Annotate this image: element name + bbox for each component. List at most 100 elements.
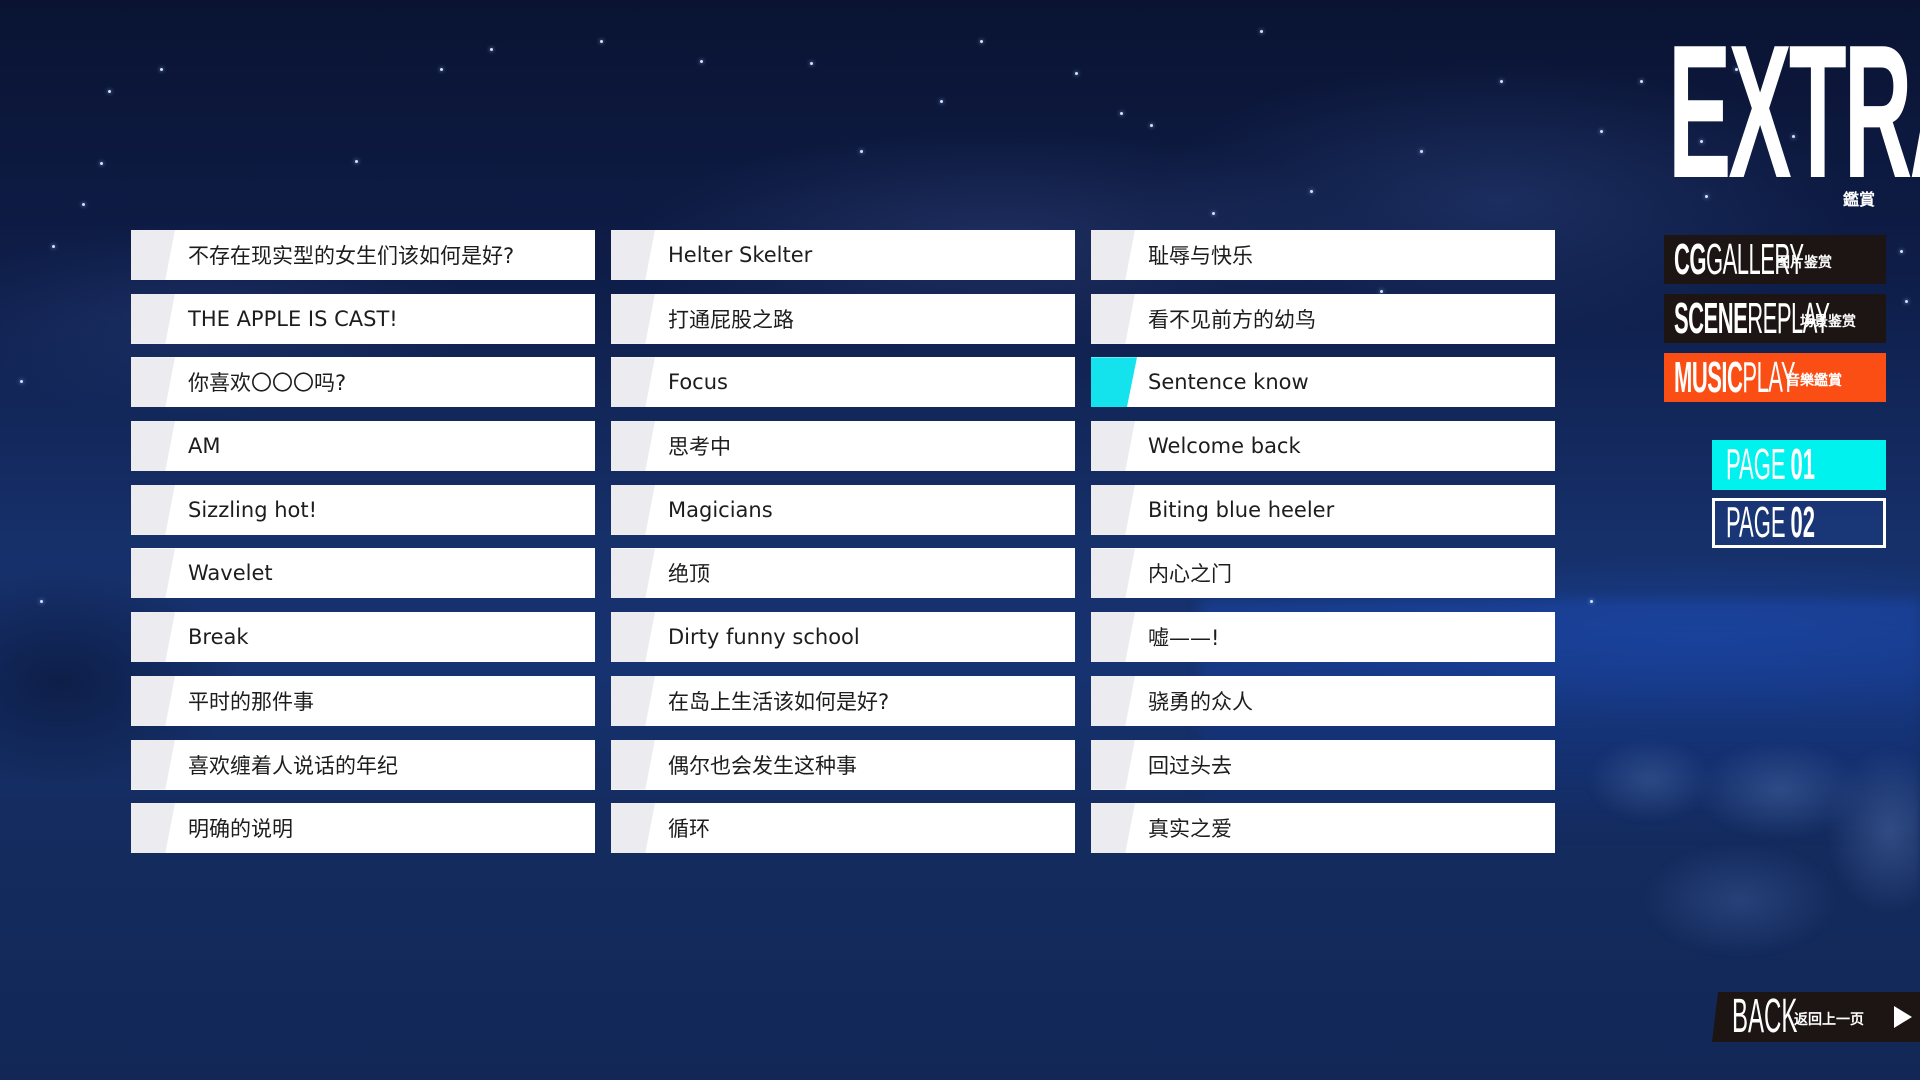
song-item-tab (1091, 803, 1135, 854)
song-title: 看不见前方的幼鸟 (1148, 307, 1316, 332)
song-item[interactable]: 你喜欢〇〇〇吗? (131, 357, 595, 408)
song-title: 绝顶 (668, 562, 710, 587)
star (440, 68, 443, 71)
star (600, 40, 603, 43)
song-item[interactable]: AM (131, 421, 595, 472)
song-title: 内心之门 (1148, 562, 1232, 587)
song-column-2: Helter Skelter 打通屁股之路 Focus 思考中 Magician… (611, 230, 1075, 867)
song-item-tab (1091, 421, 1135, 472)
song-item-tab (1091, 739, 1135, 790)
star (1590, 600, 1593, 603)
song-item-tab (131, 803, 175, 854)
star (1600, 130, 1603, 133)
scene-replay-button[interactable]: SCENEREPLAY 场景鉴赏 (1664, 294, 1886, 343)
star (1310, 190, 1313, 193)
star (1500, 80, 1503, 83)
star (1640, 80, 1643, 83)
star (20, 380, 23, 383)
song-item-tab (1091, 230, 1135, 280)
song-item[interactable]: 思考中 (611, 421, 1075, 472)
page-02-button[interactable]: PAGE 02 (1712, 498, 1886, 548)
song-item-tab (611, 612, 655, 663)
song-item[interactable]: 明确的说明 (131, 803, 595, 854)
song-item[interactable]: Biting blue heeler (1091, 484, 1555, 535)
page-prefix: PAGE (1726, 498, 1786, 547)
song-item-tab (131, 675, 175, 726)
song-item[interactable]: 在岛上生活该如何是好? (611, 675, 1075, 726)
page-01-button[interactable]: PAGE 01 (1712, 440, 1886, 490)
song-item[interactable]: Dirty funny school (611, 612, 1075, 663)
song-item-tab (131, 739, 175, 790)
song-item[interactable]: Welcome back (1091, 421, 1555, 472)
song-item-tab (611, 548, 655, 599)
song-item-tab (131, 421, 175, 472)
star (1150, 124, 1153, 127)
song-title: THE APPLE IS CAST! (188, 306, 398, 331)
song-item-tab (611, 293, 655, 344)
song-item[interactable]: Focus (611, 357, 1075, 408)
star (1420, 150, 1423, 153)
song-item[interactable]: 内心之门 (1091, 548, 1555, 599)
page-subtitle: 鑑賞 (1843, 190, 1876, 209)
song-item[interactable]: 真实之爱 (1091, 803, 1555, 854)
song-item[interactable]: Sizzling hot! (131, 484, 595, 535)
song-item-tab (611, 421, 655, 472)
song-item[interactable]: 喜欢缠着人说话的年纪 (131, 739, 595, 790)
cg-gallery-button[interactable]: CGGALLERY 图片鉴赏 (1664, 235, 1886, 284)
song-title: 思考中 (668, 435, 731, 460)
song-item-tab (131, 230, 175, 280)
song-item-selected[interactable]: Sentence know (1091, 357, 1555, 408)
song-item[interactable]: 回过头去 (1091, 739, 1555, 790)
song-item-tab (1091, 484, 1135, 535)
song-item[interactable]: 耻辱与快乐 (1091, 230, 1555, 280)
music-play-button[interactable]: MUSICPLAY 音樂鑑賞 (1664, 353, 1886, 402)
song-item[interactable]: 绝顶 (611, 548, 1075, 599)
song-item[interactable]: 偶尔也会发生这种事 (611, 739, 1075, 790)
back-button[interactable]: BACK 返回上一页 (1712, 992, 1920, 1042)
song-item-tab (131, 357, 175, 408)
song-title: 耻辱与快乐 (1148, 244, 1253, 268)
song-item[interactable]: Wavelet (131, 548, 595, 599)
song-item[interactable]: 打通屁股之路 (611, 293, 1075, 344)
page-prefix: PAGE (1726, 440, 1786, 489)
page-label: PAGE 02 (1726, 498, 1815, 548)
song-title: 你喜欢〇〇〇吗? (188, 371, 347, 396)
star (108, 90, 111, 93)
song-item-tab (131, 484, 175, 535)
song-item-tab (1091, 612, 1135, 663)
song-item-tab (1091, 357, 1137, 408)
page-number: 01 (1790, 440, 1815, 489)
star (1212, 212, 1215, 215)
star (1900, 250, 1903, 253)
star (160, 68, 163, 71)
song-item[interactable]: 看不见前方的幼鸟 (1091, 293, 1555, 344)
play-triangle-icon (1894, 1006, 1912, 1028)
background-rocks (1560, 700, 1920, 1000)
song-title: AM (188, 434, 221, 459)
star (490, 48, 493, 51)
star (940, 100, 943, 103)
menu-label: MUSICPLAY (1674, 353, 1796, 402)
song-item[interactable]: 循环 (611, 803, 1075, 854)
song-title: 不存在现实型的女生们该如何是好? (188, 244, 515, 268)
song-title: 骁勇的众人 (1148, 689, 1253, 714)
star (1260, 30, 1263, 33)
star (860, 150, 863, 153)
song-item[interactable]: 不存在现实型的女生们该如何是好? (131, 230, 595, 280)
song-item[interactable]: 平时的那件事 (131, 675, 595, 726)
song-title: Break (188, 625, 249, 650)
song-item-tab (611, 739, 655, 790)
song-item-tab (131, 612, 175, 663)
song-title: Biting blue heeler (1148, 497, 1335, 522)
song-item[interactable]: Break (131, 612, 595, 663)
song-column-1: 不存在现实型的女生们该如何是好? THE APPLE IS CAST! 你喜欢〇… (131, 230, 595, 867)
song-item[interactable]: Magicians (611, 484, 1075, 535)
song-item-tab (131, 548, 175, 599)
song-item[interactable]: Helter Skelter (611, 230, 1075, 280)
song-item[interactable]: THE APPLE IS CAST! (131, 293, 595, 344)
star (1120, 112, 1123, 115)
song-item[interactable]: 嘘——! (1091, 612, 1555, 663)
song-title: 喜欢缠着人说话的年纪 (188, 753, 398, 778)
menu-label-bold: CG (1674, 235, 1707, 284)
song-item[interactable]: 骁勇的众人 (1091, 675, 1555, 726)
